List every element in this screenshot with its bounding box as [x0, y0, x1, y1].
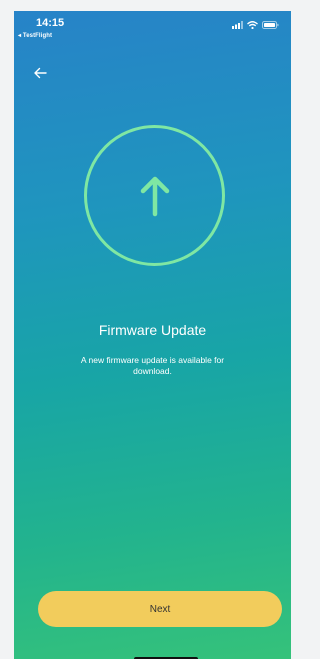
update-message: A new firmware update is available for d… [80, 355, 225, 376]
battery-icon [262, 21, 279, 29]
status-icons [232, 21, 279, 29]
status-bar: 14:15 ◂ TestFlight [14, 11, 291, 51]
back-button[interactable] [28, 61, 52, 85]
arrow-up-icon [87, 128, 222, 263]
update-icon-ring [84, 125, 225, 266]
page-title: Firmware Update [98, 322, 207, 338]
arrow-left-icon [34, 67, 47, 79]
return-to-app-link[interactable]: ◂ TestFlight [18, 32, 52, 39]
next-button[interactable]: Next [38, 591, 282, 627]
wifi-icon [247, 21, 258, 29]
status-time: 14:15 [36, 17, 65, 29]
signal-icon [232, 21, 243, 29]
app-screen: 14:15 ◂ TestFlight Firmware Update A new… [14, 11, 291, 659]
